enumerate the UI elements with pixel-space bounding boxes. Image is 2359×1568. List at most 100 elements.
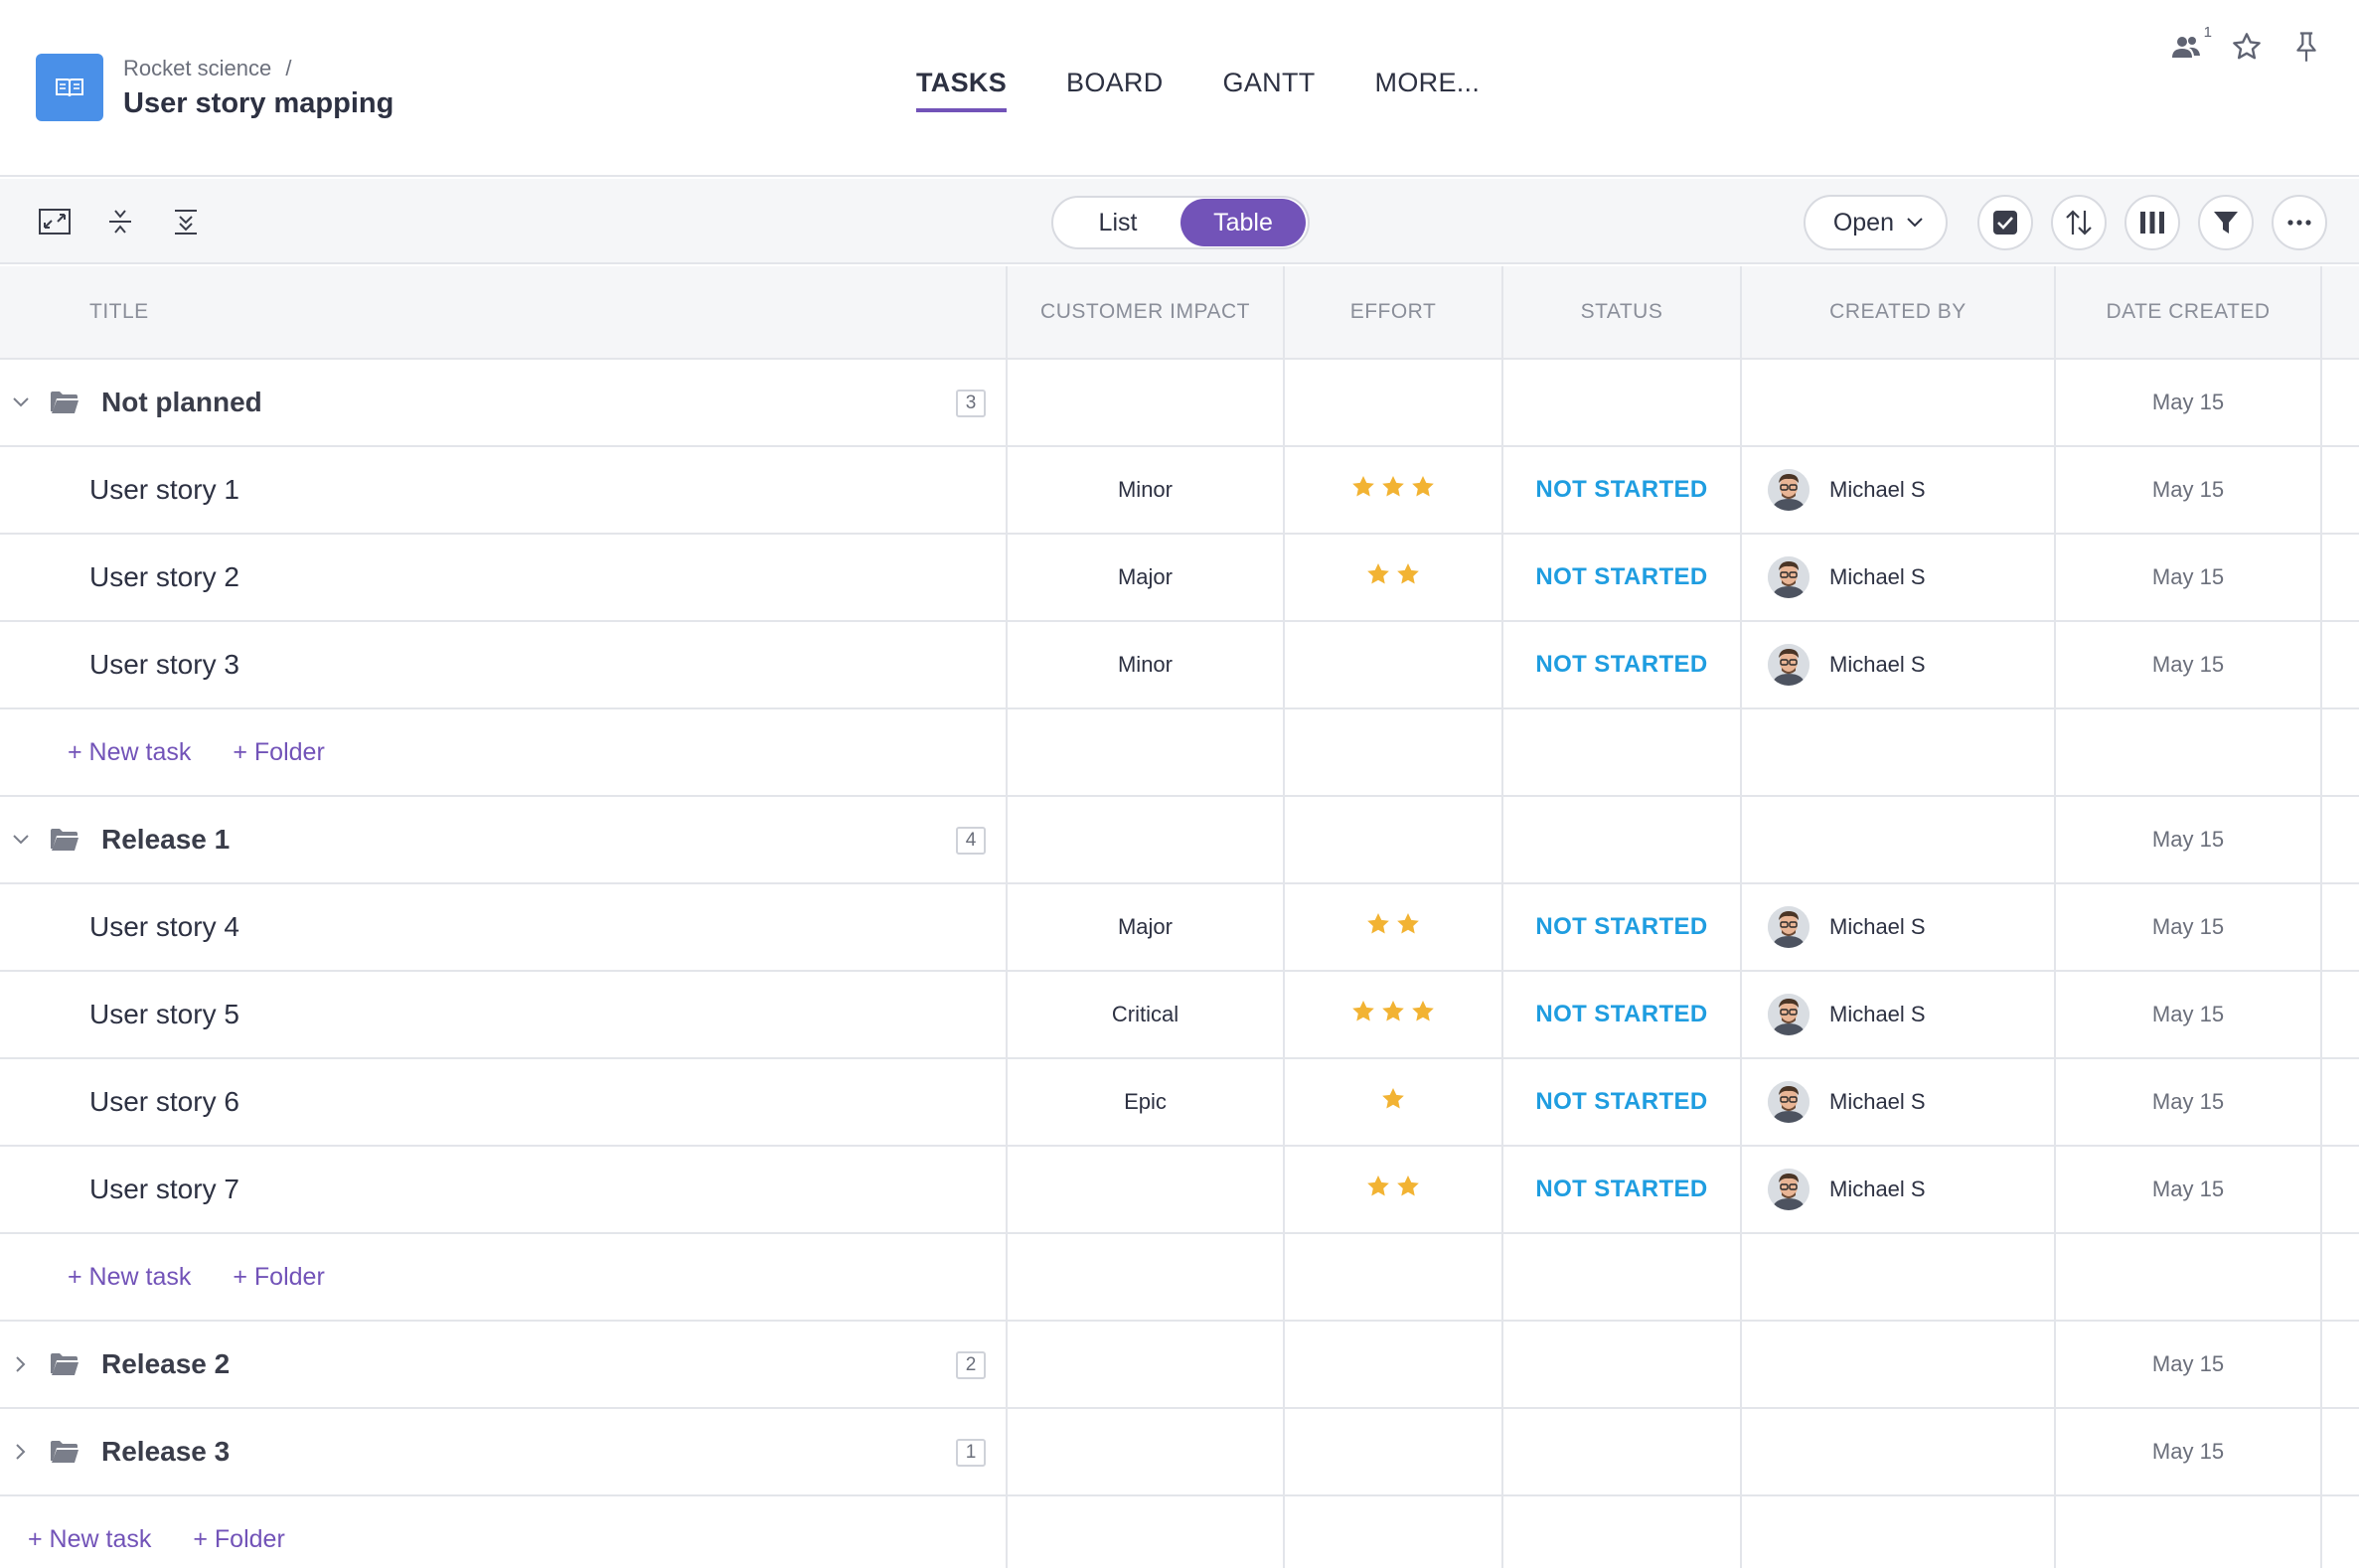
column-header-date-created[interactable]: DATE CREATED [2056, 266, 2322, 358]
star-icon [1365, 561, 1391, 593]
folder-row[interactable]: Release 3 1 May 15 [0, 1409, 2359, 1496]
table-row[interactable]: User story 5 Critical NOT STARTED Michael S… [0, 972, 2359, 1059]
star-icon [1410, 999, 1436, 1030]
effort-cell [1285, 972, 1503, 1057]
task-title[interactable]: User story 3 [0, 649, 239, 681]
status-badge[interactable]: NOT STARTED [1535, 913, 1707, 941]
created-by-cell: Michael S [1742, 884, 2056, 970]
status-badge[interactable]: NOT STARTED [1535, 476, 1707, 504]
add-actions: + New task + Folder [0, 1525, 285, 1554]
pin-icon[interactable] [2289, 30, 2323, 64]
task-title[interactable]: User story 5 [0, 999, 239, 1030]
fullscreen-icon[interactable] [38, 205, 72, 238]
view-list-option[interactable]: List [1055, 199, 1180, 246]
folder-row[interactable]: Release 2 2 May 15 [0, 1322, 2359, 1409]
task-title-cell[interactable]: User story 1 [0, 447, 1008, 533]
sort-button[interactable] [2051, 195, 2107, 250]
more-options-button[interactable] [2272, 195, 2327, 250]
task-title[interactable]: User story 2 [0, 561, 239, 593]
collapse-all-icon[interactable] [103, 205, 137, 238]
new-folder-link[interactable]: + Folder [193, 1525, 284, 1554]
column-header-customer-impact[interactable]: CUSTOMER IMPACT [1008, 266, 1285, 358]
project-book-icon[interactable] [36, 54, 103, 121]
checkbox-icon [1993, 211, 2017, 235]
table-row[interactable]: User story 4 Major NOT STARTED Michael S May… [0, 884, 2359, 972]
breadcrumb[interactable]: Rocket science / [123, 56, 291, 81]
tab-gantt[interactable]: GANTT [1223, 68, 1316, 112]
spacer-cell [2322, 1322, 2359, 1407]
checkbox-select-button[interactable] [1977, 195, 2033, 250]
user-name: Michael S [1829, 1002, 1926, 1026]
new-task-link[interactable]: + New task [68, 738, 191, 767]
star-icon [1395, 561, 1421, 593]
task-title-cell[interactable]: User story 6 [0, 1059, 1008, 1145]
tab-tasks[interactable]: TASKS [916, 68, 1008, 112]
impact-cell [1008, 1234, 1285, 1320]
new-folder-link[interactable]: + Folder [233, 1263, 324, 1292]
folder-name[interactable]: Release 3 [101, 1436, 230, 1468]
members-icon[interactable]: 1 [2170, 24, 2212, 64]
task-title-cell[interactable]: User story 4 [0, 884, 1008, 970]
tab-board[interactable]: BOARD [1066, 68, 1164, 112]
impact-cell: Minor [1008, 622, 1285, 707]
new-task-link[interactable]: + New task [28, 1525, 151, 1554]
task-title[interactable]: User story 1 [0, 474, 239, 506]
chevron-down-icon[interactable] [10, 392, 32, 413]
columns-button[interactable] [2124, 195, 2180, 250]
folder-title-cell: Not planned 3 [0, 360, 1008, 445]
star-icon [1350, 474, 1376, 506]
folder-name[interactable]: Not planned [101, 387, 262, 418]
column-header-status[interactable]: STATUS [1503, 266, 1742, 358]
folder-row[interactable]: Not planned 3 May 15 [0, 360, 2359, 447]
chevron-right-icon[interactable] [10, 1441, 32, 1463]
impact-cell: Major [1008, 884, 1285, 970]
status-badge[interactable]: NOT STARTED [1535, 1176, 1707, 1203]
status-filter-dropdown[interactable]: Open [1803, 195, 1948, 250]
view-toggle[interactable]: List Table [1051, 196, 1310, 249]
new-task-link[interactable]: + New task [68, 1263, 191, 1292]
folder-name[interactable]: Release 2 [101, 1348, 230, 1380]
table-row[interactable]: User story 2 Major NOT STARTED Michael S May… [0, 535, 2359, 622]
spacer-cell [2322, 447, 2359, 533]
filter-button[interactable] [2198, 195, 2254, 250]
task-title-cell[interactable]: User story 2 [0, 535, 1008, 620]
chevron-down-icon [1907, 218, 1923, 228]
task-title-cell[interactable]: User story 3 [0, 622, 1008, 707]
folder-row[interactable]: Release 1 4 May 15 [0, 797, 2359, 884]
table-row[interactable]: User story 7 NOT STARTED Michael S May 15 [0, 1147, 2359, 1234]
task-title-cell[interactable]: User story 5 [0, 972, 1008, 1057]
user-name: Michael S [1829, 477, 1926, 502]
table-row[interactable]: User story 1 Minor NOT STARTED Michael S May… [0, 447, 2359, 535]
tab-more[interactable]: MORE... [1375, 68, 1481, 112]
column-header-effort[interactable]: EFFORT [1285, 266, 1503, 358]
status-cell [1503, 1409, 1742, 1494]
column-header-created-by[interactable]: CREATED BY [1742, 266, 2056, 358]
created-by-cell [1742, 1496, 2056, 1568]
star-icon [1395, 1174, 1421, 1205]
chevron-right-icon[interactable] [10, 1353, 32, 1375]
new-folder-link[interactable]: + Folder [233, 738, 324, 767]
status-badge[interactable]: NOT STARTED [1535, 1001, 1707, 1028]
star-icon [1380, 474, 1406, 506]
column-header-title[interactable]: TITLE [0, 266, 1008, 358]
effort-cell [1285, 1234, 1503, 1320]
task-title[interactable]: User story 4 [0, 911, 239, 943]
task-title[interactable]: User story 7 [0, 1174, 239, 1205]
status-badge[interactable]: NOT STARTED [1535, 1088, 1707, 1116]
star-favorite-icon[interactable] [2230, 30, 2264, 64]
date-cell: May 15 [2056, 797, 2322, 882]
task-title[interactable]: User story 6 [0, 1086, 239, 1118]
folder-icon [50, 389, 81, 416]
expand-all-icon[interactable] [169, 205, 203, 238]
folder-name[interactable]: Release 1 [101, 824, 230, 856]
task-title-cell[interactable]: User story 7 [0, 1147, 1008, 1232]
date-created: May 15 [2151, 914, 2225, 939]
view-table-option[interactable]: Table [1180, 199, 1306, 246]
status-badge[interactable]: NOT STARTED [1535, 651, 1707, 679]
chevron-down-icon[interactable] [10, 829, 32, 851]
breadcrumb-project[interactable]: Rocket science [123, 56, 271, 80]
table-row[interactable]: User story 3 Minor NOT STARTED Michael S May… [0, 622, 2359, 709]
table-row[interactable]: User story 6 Epic NOT STARTED Michael S May … [0, 1059, 2359, 1147]
status-badge[interactable]: NOT STARTED [1535, 563, 1707, 591]
table-body: Not planned 3 May 15 User story 1 Minor NOT S… [0, 360, 2359, 1568]
